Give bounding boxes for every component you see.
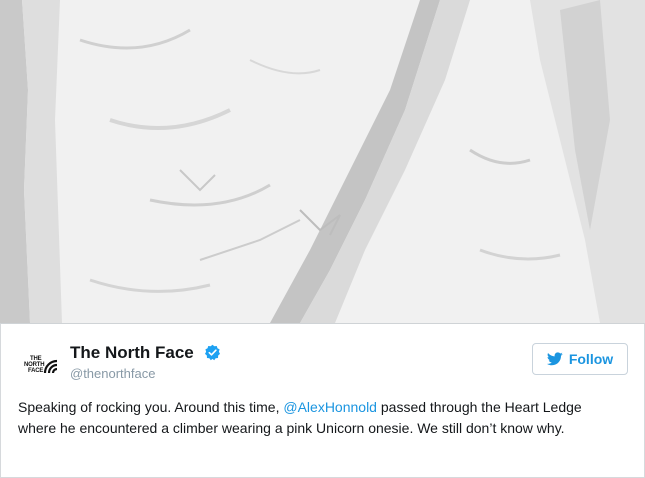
granite-wall-image (0, 0, 645, 323)
twitter-bird-icon (546, 352, 563, 366)
account-display-name[interactable]: The North Face (70, 343, 194, 363)
tweet-text: Speaking of rocking you. Around this tim… (18, 397, 618, 439)
follow-button[interactable]: Follow (532, 343, 628, 375)
logo-word-face: FACE (28, 368, 44, 374)
follow-button-label: Follow (568, 351, 614, 367)
account-handle[interactable]: @thenorthface (70, 366, 155, 381)
verified-badge-icon (204, 344, 221, 361)
north-face-logo[interactable]: THE NORTH FACE (23, 353, 61, 375)
embedded-tweet-card: THE NORTH FACE The North Face @thenorthf… (0, 323, 645, 478)
tweet-photo[interactable] (0, 0, 645, 323)
mention-link[interactable]: @AlexHonnold (283, 399, 377, 415)
tweet-text-part-1: Speaking of rocking you. Around this tim… (18, 399, 284, 415)
